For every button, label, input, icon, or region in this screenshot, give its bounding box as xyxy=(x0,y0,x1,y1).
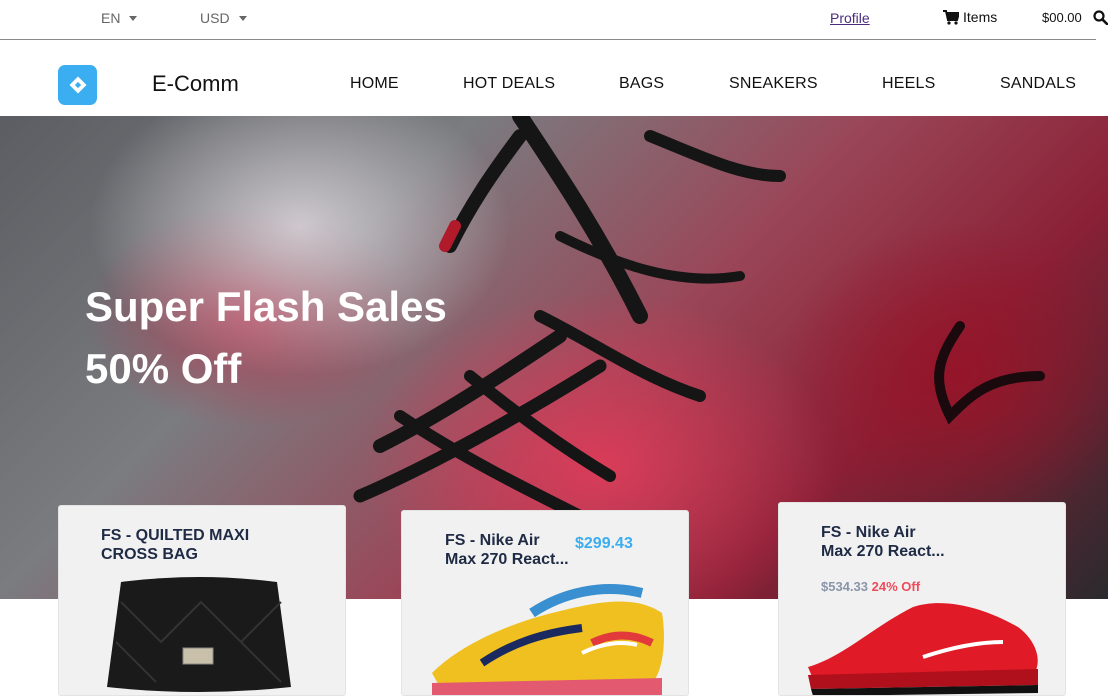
language-value: EN xyxy=(101,10,121,26)
cart-label: Items xyxy=(963,9,998,25)
product-name-line1: FS - QUILTED MAXI xyxy=(101,527,250,544)
nav-sneakers[interactable]: SNEAKERS xyxy=(729,75,818,93)
caret-down-icon xyxy=(129,15,138,21)
nav-heels[interactable]: HEELS xyxy=(882,75,935,93)
product-price: $299.43 xyxy=(575,535,633,552)
product-name-line1: FS - Nike Air xyxy=(821,524,916,541)
nav-hot-deals[interactable]: HOT DEALS xyxy=(463,75,555,93)
product-name: FS - QUILTED MAXI CROSS BAG xyxy=(101,526,249,564)
cart-icon xyxy=(943,9,959,25)
search-icon[interactable] xyxy=(1093,10,1108,25)
profile-link[interactable]: Profile xyxy=(830,10,870,26)
currency-value: USD xyxy=(200,10,230,26)
product-card[interactable]: FS - QUILTED MAXI CROSS BAG xyxy=(58,505,346,696)
product-name-line1: FS - Nike Air xyxy=(445,532,540,549)
product-card[interactable]: FS - Nike Air Max 270 React... $299.43 xyxy=(401,510,689,696)
currency-select[interactable]: USD xyxy=(200,10,247,26)
product-price-row: $534.33 24% Off xyxy=(821,579,920,594)
hero-subtitle: 50% Off xyxy=(85,345,242,392)
product-name: FS - Nike Air Max 270 React... xyxy=(445,531,569,569)
hero-title: Super Flash Sales xyxy=(85,283,447,330)
product-name-line2: Max 270 React... xyxy=(445,551,569,568)
product-name-line2: Max 270 React... xyxy=(821,543,945,560)
top-bar: EN USD Profile Items $00.00 xyxy=(0,0,1108,40)
nav-home[interactable]: HOME xyxy=(350,75,399,93)
product-name: FS - Nike Air Max 270 React... xyxy=(821,523,945,561)
cart-button[interactable]: Items xyxy=(943,9,997,25)
product-card[interactable]: FS - Nike Air Max 270 React... $534.33 2… xyxy=(778,502,1066,696)
language-select[interactable]: EN xyxy=(101,10,138,26)
product-image-sneaker xyxy=(808,603,1038,695)
logo-icon[interactable] xyxy=(58,65,97,105)
brand-name[interactable]: E-Comm xyxy=(152,71,239,97)
product-original-price: $534.33 xyxy=(821,579,868,594)
product-image-sneaker xyxy=(432,584,664,695)
main-nav: E-Comm HOME HOT DEALS BAGS SNEAKERS HEEL… xyxy=(0,41,1110,116)
cart-total: $00.00 xyxy=(1042,10,1082,25)
product-image-bag xyxy=(107,577,291,692)
nav-sandals[interactable]: SANDALS xyxy=(1000,75,1076,93)
product-discount: 24% Off xyxy=(871,579,921,594)
caret-down-icon xyxy=(238,15,247,21)
product-name-line2: CROSS BAG xyxy=(101,546,198,563)
nav-bags[interactable]: BAGS xyxy=(619,75,664,93)
